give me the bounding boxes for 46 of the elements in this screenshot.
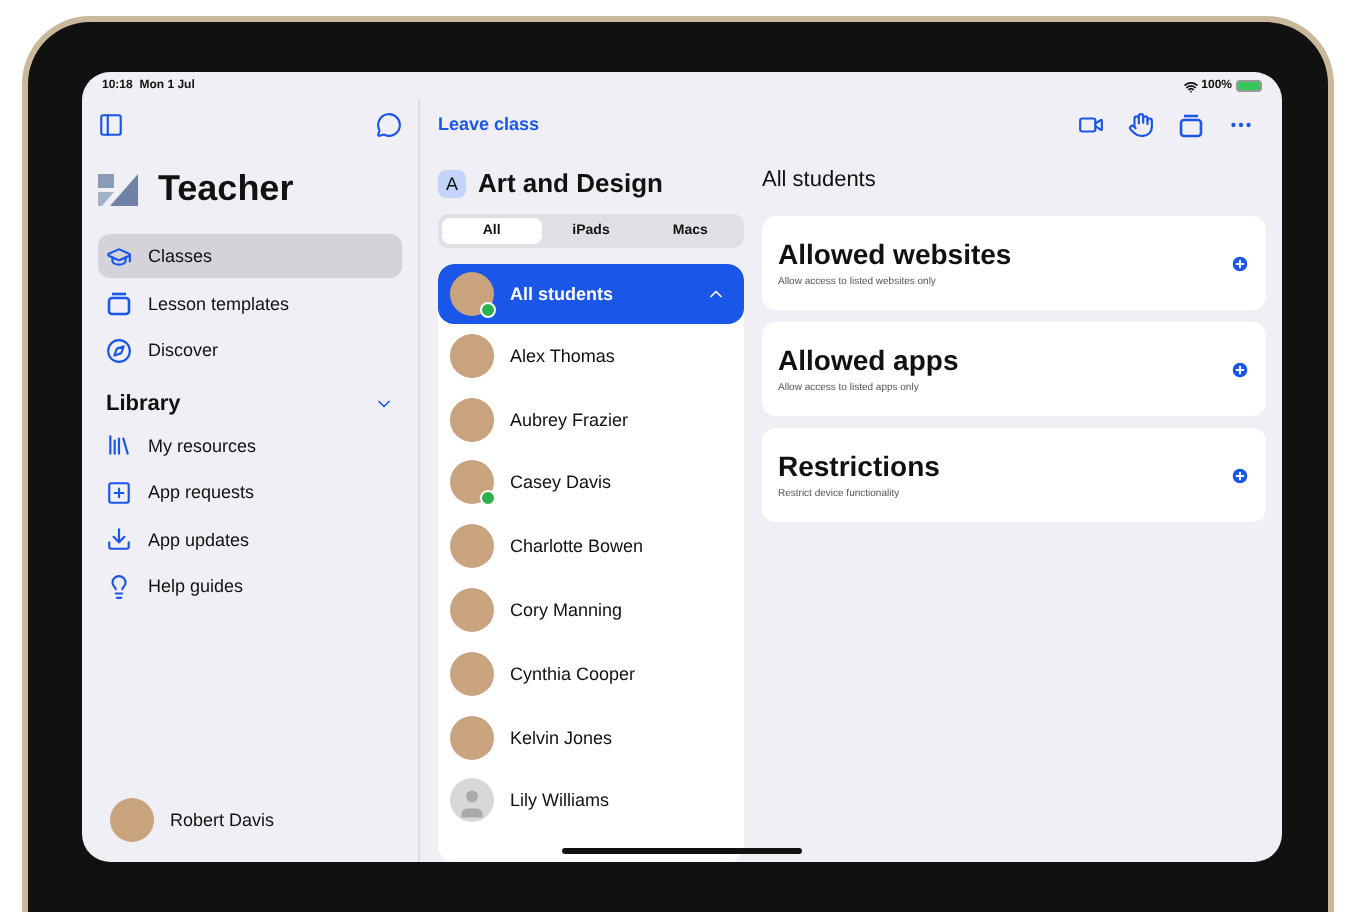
avatar xyxy=(110,798,154,842)
books-icon xyxy=(106,432,132,458)
add-icon xyxy=(1230,253,1250,273)
leave-class-link[interactable]: Leave class xyxy=(438,114,540,134)
stacked-cards-icon xyxy=(1178,111,1204,137)
app-title: Teacher xyxy=(158,168,294,210)
sidebar-item[interactable]: App requests xyxy=(98,470,402,514)
sidebar-item[interactable]: My resources xyxy=(98,423,402,467)
student-row[interactable]: Kelvin Jones xyxy=(438,705,744,770)
graduation-cap-icon xyxy=(106,243,132,269)
student-row[interactable]: Alex Thomas xyxy=(438,324,744,388)
wifi-icon xyxy=(1183,79,1198,93)
sidebar-item[interactable]: Discover xyxy=(98,328,402,372)
download-icon xyxy=(106,526,132,552)
plus-square-icon xyxy=(106,479,132,505)
card-title: Allowed apps xyxy=(778,344,959,376)
sidebar-item[interactable]: Help guides xyxy=(98,564,402,608)
user-name: Robert Davis xyxy=(170,810,275,830)
battery-icon xyxy=(1236,80,1262,92)
class-badge: A xyxy=(438,169,466,197)
student-row[interactable]: Cory Manning xyxy=(438,578,744,642)
sidebar-toggle-button[interactable] xyxy=(98,111,124,137)
raise-hand-button[interactable] xyxy=(1128,111,1154,137)
compass-icon xyxy=(106,337,132,363)
student-row[interactable]: Charlotte Bowen xyxy=(438,514,744,579)
video-button[interactable] xyxy=(1078,111,1104,137)
sidebar-item[interactable]: Lesson templates xyxy=(98,281,402,325)
stack-button[interactable] xyxy=(1178,111,1204,137)
card-title: Restrictions xyxy=(778,450,940,482)
lightbulb-icon xyxy=(106,573,132,599)
group-row[interactable]: All students xyxy=(438,264,744,324)
student-row[interactable]: Lily Williams xyxy=(438,769,744,833)
add-icon xyxy=(1230,465,1250,485)
add-icon xyxy=(1230,359,1250,379)
section-title: Library xyxy=(106,391,181,415)
stacked-cards-icon xyxy=(106,290,132,316)
card-title: Allowed websites xyxy=(778,238,1012,270)
sidebar-item[interactable]: App updates xyxy=(98,517,402,561)
detail-title: All students xyxy=(762,168,878,192)
student-row[interactable]: Casey Davis xyxy=(438,451,744,515)
sidebar-item[interactable]: Classes xyxy=(98,234,402,278)
logo-icon xyxy=(98,173,138,205)
student-row[interactable]: Cynthia Cooper xyxy=(438,641,744,706)
message-button[interactable] xyxy=(376,111,402,137)
class-title: Art and Design xyxy=(478,168,663,198)
student-row[interactable]: Aubrey Frazier xyxy=(438,387,744,452)
